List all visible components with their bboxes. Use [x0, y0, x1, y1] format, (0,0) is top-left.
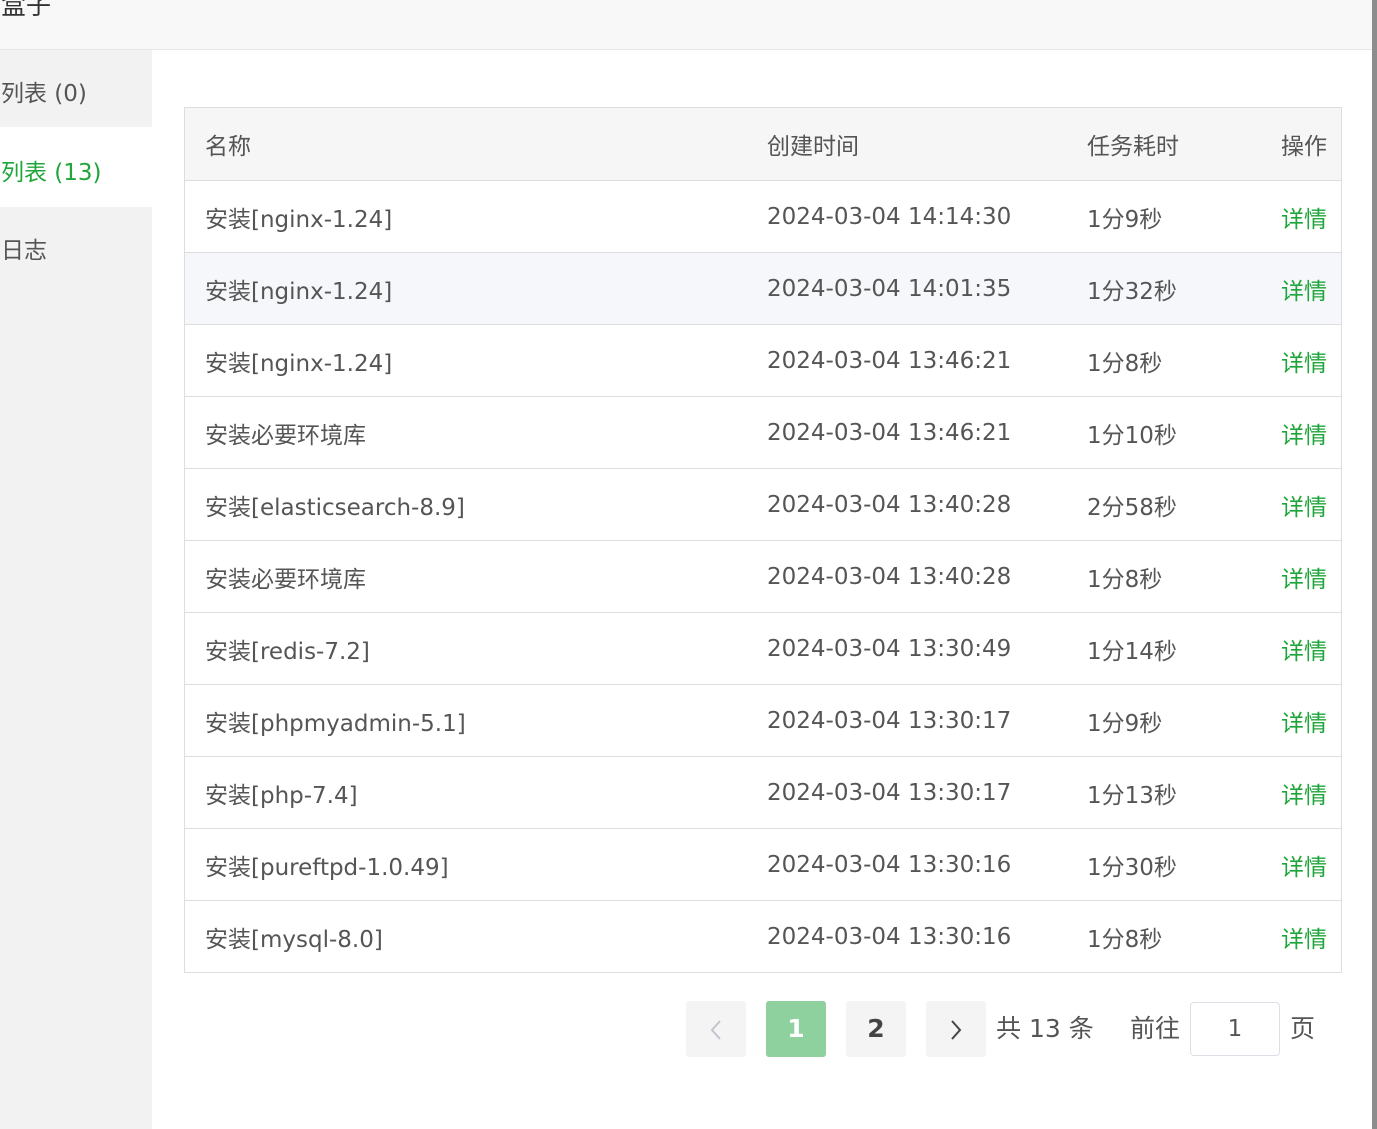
details-link[interactable]: 详情 — [1281, 207, 1327, 233]
window-title: 息盒子 — [0, 0, 52, 20]
cell-action: 详情 — [1237, 684, 1341, 757]
cell-duration: 1分13秒 — [1067, 756, 1237, 829]
cell-created: 2024-03-04 13:46:21 — [747, 324, 1067, 397]
cell-created: 2024-03-04 13:30:17 — [747, 756, 1067, 829]
table-row: 安装必要环境库 2024-03-04 13:40:28 1分8秒 详情 — [185, 540, 1341, 613]
cell-created: 2024-03-04 13:30:16 — [747, 828, 1067, 901]
column-header-name: 名称 — [185, 108, 747, 181]
cell-created: 2024-03-04 13:30:17 — [747, 684, 1067, 757]
details-link[interactable]: 详情 — [1281, 927, 1327, 953]
details-link[interactable]: 详情 — [1281, 423, 1327, 449]
cell-name: 安装[elasticsearch-8.9] — [185, 468, 747, 541]
message-table: 名称 创建时间 任务耗时 操作 安装[nginx-1.24] 2024-03-04… — [184, 107, 1342, 973]
goto-page-input[interactable] — [1190, 1002, 1280, 1056]
table-row: 安装[nginx-1.24] 2024-03-04 13:46:21 1分8秒 详情 — [185, 324, 1341, 397]
cell-created: 2024-03-04 14:14:30 — [747, 180, 1067, 253]
message-box-window: 息盒子 务列表 (0) 息列表 (13) 行日志 名称 创建时间 任务耗时 操作 — [0, 0, 1372, 1129]
title-bar: 息盒子 — [0, 0, 1372, 50]
details-link[interactable]: 详情 — [1281, 279, 1327, 305]
cell-name: 安装[pureftpd-1.0.49] — [185, 828, 747, 901]
sidebar-item-label: 息列表 (13) — [0, 160, 102, 186]
sidebar-item-label: 行日志 — [0, 238, 47, 264]
cell-created: 2024-03-04 13:30:49 — [747, 612, 1067, 685]
details-link[interactable]: 详情 — [1281, 351, 1327, 377]
cell-name: 安装必要环境库 — [185, 396, 747, 469]
next-page-button[interactable] — [926, 1001, 986, 1057]
window-edge — [1372, 0, 1377, 1129]
details-link[interactable]: 详情 — [1281, 567, 1327, 593]
cell-created: 2024-03-04 13:30:16 — [767, 923, 1012, 950]
cell-name: 安装[nginx-1.24] — [185, 252, 747, 325]
table-row: 安装[pureftpd-1.0.49] 2024-03-04 13:30:16 1分… — [185, 828, 1341, 901]
cell-action: 详情 — [1237, 180, 1341, 253]
cell-name: 安装[redis-7.2] — [185, 612, 747, 685]
table-header-row: 名称 创建时间 任务耗时 操作 — [185, 108, 1341, 181]
cell-action: 详情 — [1237, 828, 1341, 901]
table-row: 安装[elasticsearch-8.9] 2024-03-04 13:40:28… — [185, 468, 1341, 541]
cell-action: 详情 — [1237, 901, 1341, 973]
details-link[interactable]: 详情 — [1281, 495, 1327, 521]
page-button-1[interactable]: 1 — [766, 1001, 826, 1057]
prev-page-button[interactable] — [686, 1001, 746, 1057]
cell-duration: 2分58秒 — [1067, 468, 1237, 541]
table-row: 安装[mysql-8.0] 2024-03-04 13:30:16 1分8秒 详情 — [185, 901, 1341, 973]
cell-created: 2024-03-04 13:46:21 — [747, 396, 1067, 469]
total-count: 共 13 条 — [996, 1014, 1094, 1043]
chevron-left-icon — [710, 1020, 721, 1040]
cell-created: 2024-03-04 14:01:35 — [747, 252, 1067, 325]
cell-duration: 1分9秒 — [1067, 180, 1237, 253]
cell-action: 详情 — [1237, 540, 1341, 613]
column-header-duration: 任务耗时 — [1067, 108, 1237, 181]
cell-action: 详情 — [1237, 396, 1341, 469]
details-link[interactable]: 详情 — [1281, 639, 1327, 665]
sidebar-item-label: 务列表 (0) — [0, 81, 87, 107]
cell-name: 安装[nginx-1.24] — [185, 180, 747, 253]
cell-action: 详情 — [1237, 756, 1341, 829]
column-header-action: 操作 — [1237, 108, 1341, 181]
cell-duration: 1分9秒 — [1067, 684, 1237, 757]
cell-action: 详情 — [1237, 468, 1341, 541]
cell-duration: 1分8秒 — [1067, 324, 1237, 397]
table-row: 安装[nginx-1.24] 2024-03-04 14:01:35 1分32秒 详情 — [185, 252, 1341, 325]
table-row: 安装[phpmyadmin-5.1] 2024-03-04 13:30:17 1分9… — [185, 684, 1341, 757]
cell-duration: 1分30秒 — [1067, 828, 1237, 901]
cell-duration: 1分14秒 — [1067, 612, 1237, 685]
goto-label: 前往 — [1130, 1014, 1181, 1043]
sidebar-item-run-log[interactable]: 行日志 — [0, 207, 152, 285]
cell-name: 安装[mysql-8.0] — [205, 926, 383, 953]
sidebar: 务列表 (0) 息列表 (13) 行日志 — [0, 50, 152, 1129]
cell-duration: 1分10秒 — [1067, 396, 1237, 469]
cell-duration: 1分8秒 — [1087, 926, 1163, 953]
cell-name: 安装[nginx-1.24] — [185, 324, 747, 397]
details-link[interactable]: 详情 — [1281, 711, 1327, 737]
page-suffix: 页 — [1290, 1014, 1316, 1043]
table-row: 安装必要环境库 2024-03-04 13:46:21 1分10秒 详情 — [185, 396, 1341, 469]
sidebar-item-message-list[interactable]: 息列表 (13) — [0, 127, 152, 207]
page-button-2[interactable]: 2 — [846, 1001, 906, 1057]
table-row: 安装[nginx-1.24] 2024-03-04 14:14:30 1分9秒 详情 — [185, 180, 1341, 253]
chevron-right-icon — [951, 1020, 962, 1040]
cell-created: 2024-03-04 13:40:28 — [747, 540, 1067, 613]
cell-duration: 1分8秒 — [1067, 540, 1237, 613]
cell-action: 详情 — [1237, 252, 1341, 325]
cell-action: 详情 — [1237, 612, 1341, 685]
cell-created: 2024-03-04 13:40:28 — [747, 468, 1067, 541]
details-link[interactable]: 详情 — [1281, 855, 1327, 881]
cell-name: 安装[php-7.4] — [185, 756, 747, 829]
table-row: 安装[php-7.4] 2024-03-04 13:30:17 1分13秒 详情 — [185, 756, 1341, 829]
cell-duration: 1分32秒 — [1067, 252, 1237, 325]
sidebar-item-task-list[interactable]: 务列表 (0) — [0, 50, 152, 128]
cell-name: 安装[phpmyadmin-5.1] — [185, 684, 747, 757]
cell-name: 安装必要环境库 — [185, 540, 747, 613]
column-header-created: 创建时间 — [747, 108, 1067, 181]
table-row: 安装[redis-7.2] 2024-03-04 13:30:49 1分14秒 详情 — [185, 612, 1341, 685]
details-link[interactable]: 详情 — [1281, 783, 1327, 809]
cell-action: 详情 — [1237, 324, 1341, 397]
